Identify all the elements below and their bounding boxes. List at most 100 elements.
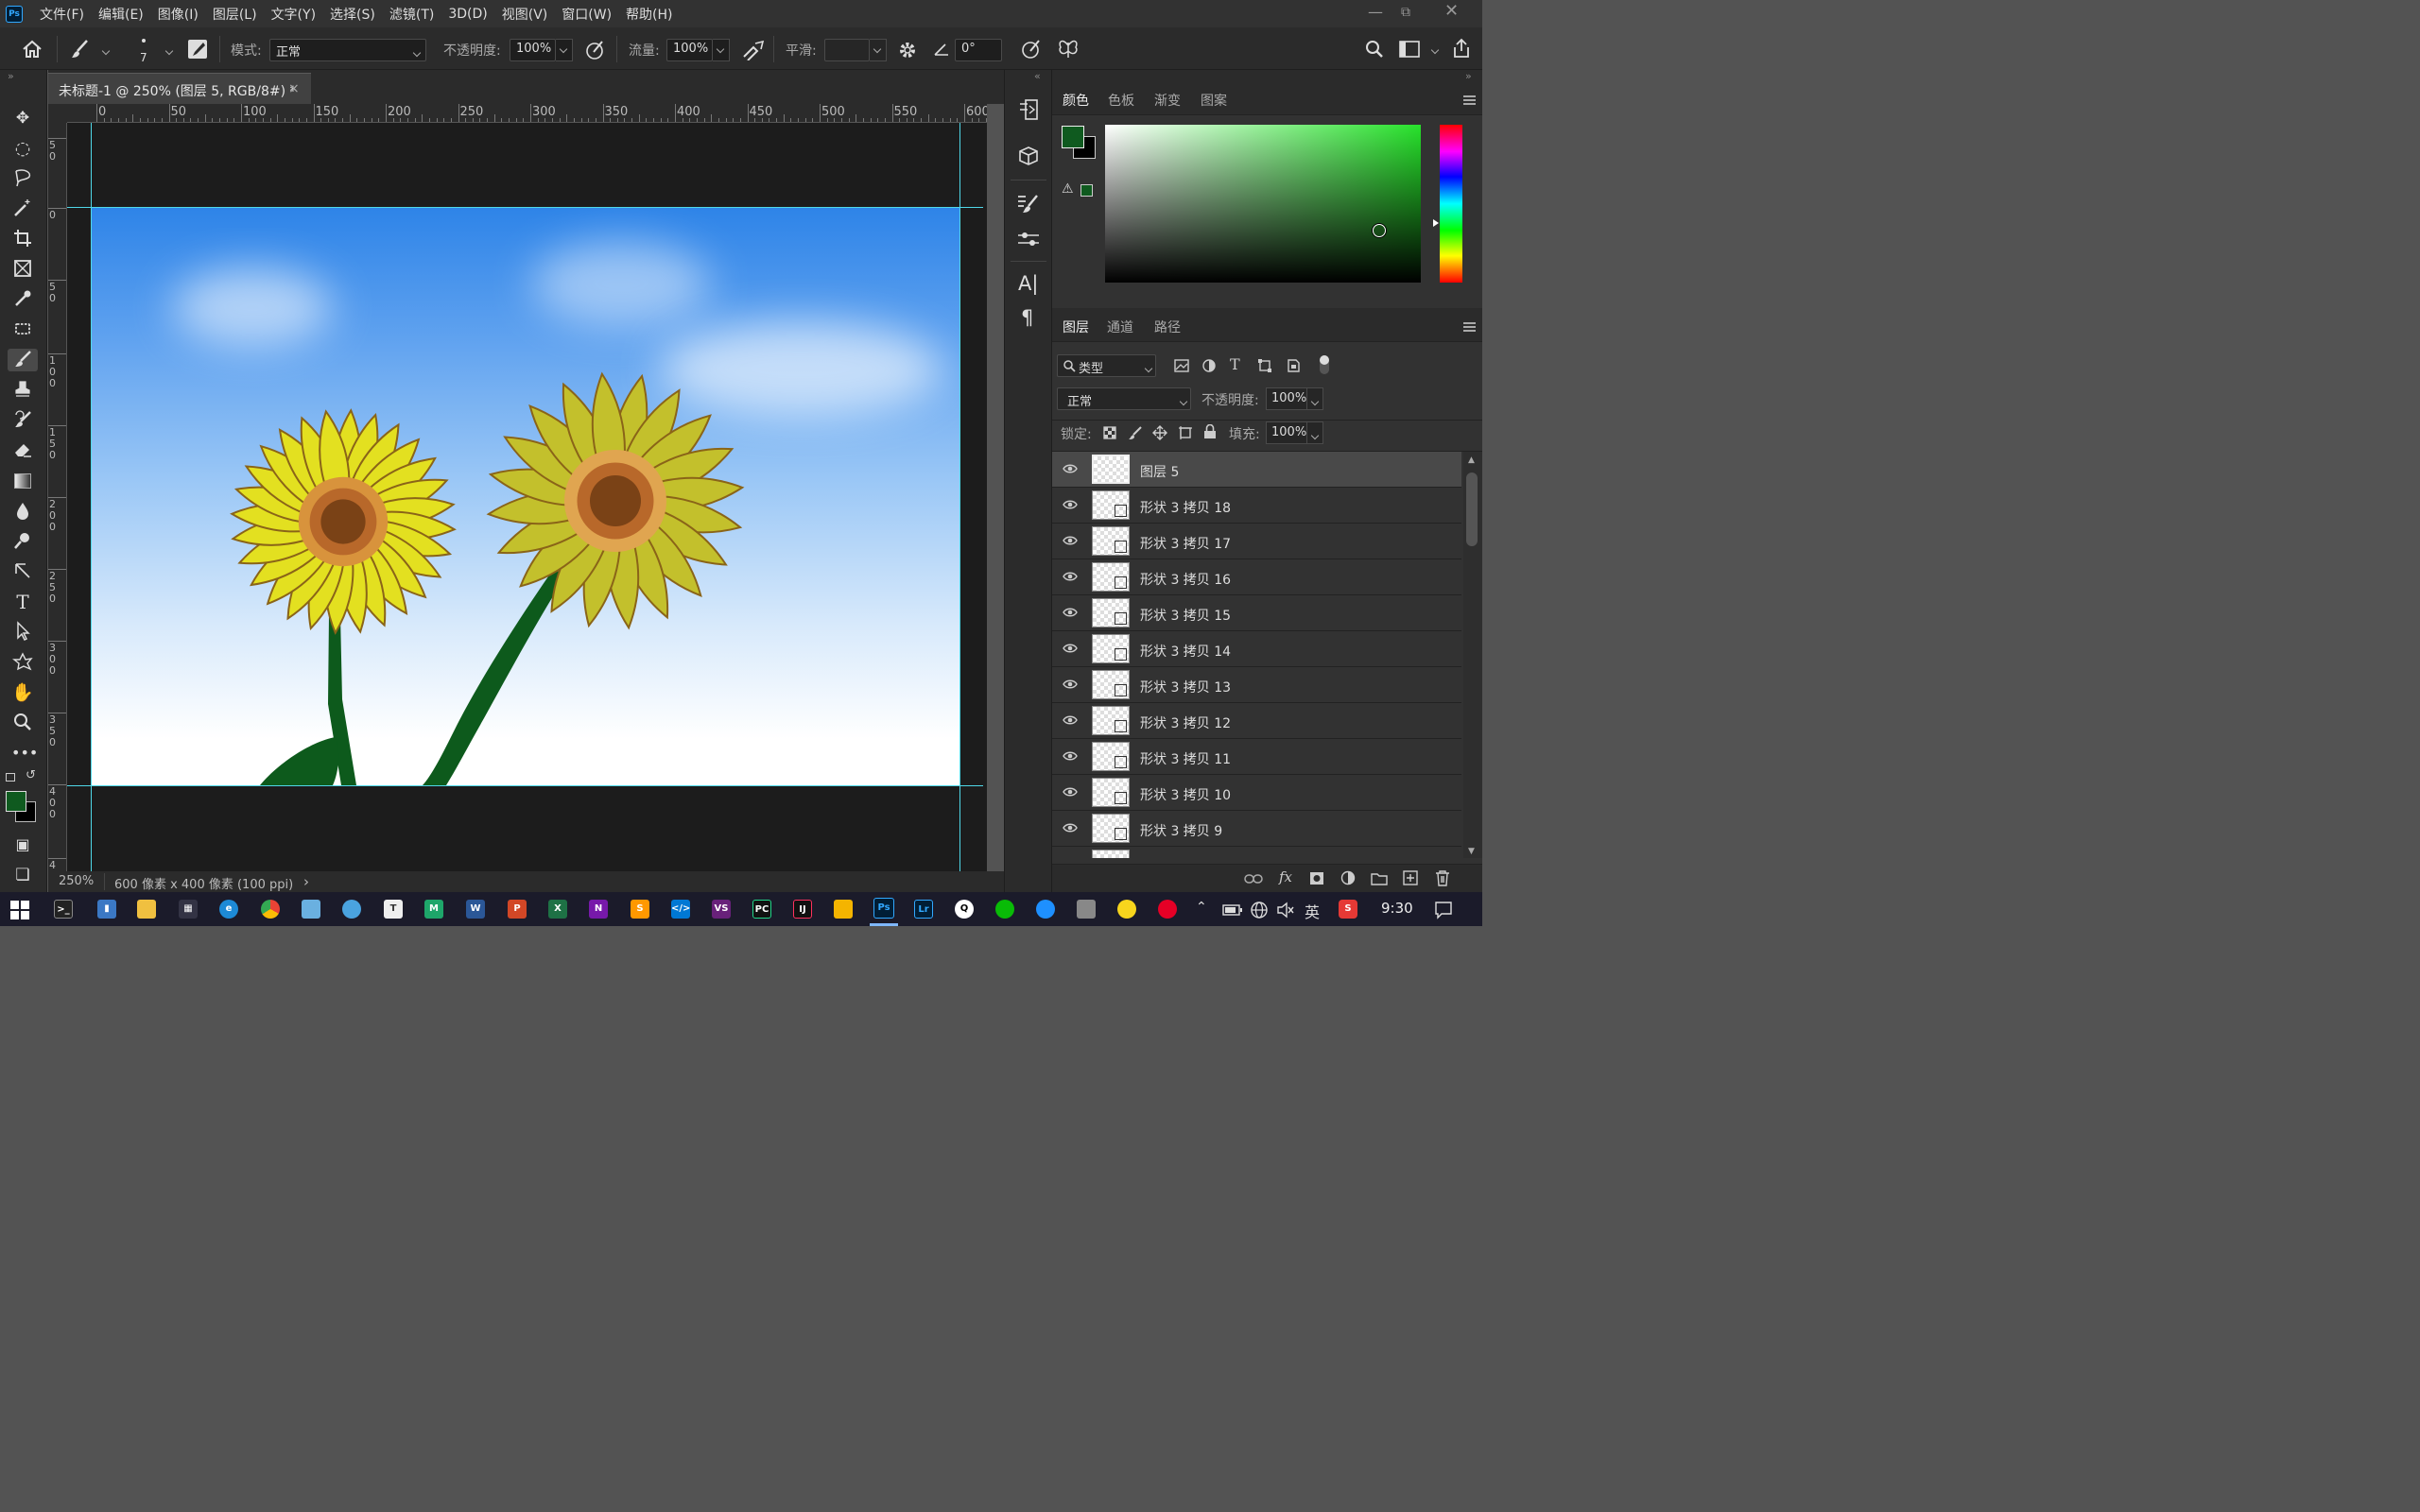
gradient-tool-icon[interactable] bbox=[11, 470, 34, 492]
mode-select[interactable]: 正常 bbox=[269, 39, 426, 61]
gear-icon[interactable] bbox=[897, 40, 918, 60]
layer-opacity-input[interactable]: 100% bbox=[1266, 387, 1307, 410]
typora-app-icon[interactable]: T bbox=[384, 900, 403, 919]
symmetry-butterfly-icon[interactable] bbox=[1057, 38, 1080, 60]
document-size[interactable]: 600 像素 x 400 像素 (100 ppi) bbox=[114, 874, 293, 892]
intellij-app-icon[interactable]: IJ bbox=[793, 900, 812, 919]
weather-app-icon[interactable] bbox=[1117, 900, 1136, 919]
fill-dropdown[interactable] bbox=[1307, 421, 1323, 444]
filter-type-layers-icon[interactable]: T bbox=[1230, 355, 1240, 373]
layer-row[interactable]: 形状 3 拷贝 15 bbox=[1052, 595, 1461, 631]
layer-row[interactable]: 形状 3 拷贝 13 bbox=[1052, 667, 1461, 703]
crop-tool-icon[interactable] bbox=[11, 228, 34, 250]
lightroom-taskbar-icon[interactable]: Lr bbox=[914, 900, 933, 919]
guide-top[interactable] bbox=[67, 207, 983, 208]
link-layers-icon[interactable] bbox=[1244, 872, 1263, 885]
history-brush-icon[interactable] bbox=[11, 409, 34, 432]
magic-wand-icon[interactable] bbox=[11, 198, 34, 220]
search-icon[interactable] bbox=[1365, 40, 1384, 59]
visibility-eye-icon[interactable] bbox=[1063, 679, 1078, 690]
powerpoint-app-icon[interactable]: P bbox=[508, 900, 527, 919]
layer-opacity-dropdown[interactable] bbox=[1307, 387, 1323, 410]
file-explorer-icon[interactable] bbox=[137, 900, 156, 919]
brush-settings-panel-icon[interactable] bbox=[187, 39, 208, 60]
layers-panel-menu-icon[interactable] bbox=[1463, 322, 1476, 332]
feishu-app-icon[interactable] bbox=[1036, 900, 1055, 919]
new-group-folder-icon[interactable] bbox=[1371, 871, 1388, 885]
color-panel-foreground-swatch[interactable] bbox=[1062, 126, 1084, 148]
mindmaster-app-icon[interactable]: M bbox=[424, 900, 443, 919]
tab-paths[interactable]: 路径 bbox=[1154, 318, 1181, 336]
pen-tool-icon[interactable] bbox=[11, 560, 34, 583]
layer-row[interactable]: 形状 3 拷贝 12 bbox=[1052, 703, 1461, 739]
angle-input[interactable]: 0° bbox=[955, 39, 1002, 61]
type-tool-icon[interactable]: T bbox=[11, 591, 34, 613]
quick-mask-icon[interactable]: ▣ bbox=[11, 833, 34, 856]
filter-toggle[interactable] bbox=[1320, 355, 1329, 374]
network-app-icon[interactable]: ▮ bbox=[97, 900, 116, 919]
dodge-tool-icon[interactable] bbox=[11, 530, 34, 553]
edge-browser-icon[interactable]: e bbox=[219, 900, 238, 919]
photoshop-taskbar-icon[interactable]: Ps bbox=[873, 898, 894, 919]
brush-preset-dropdown-icon[interactable] bbox=[98, 42, 112, 55]
menu-image[interactable]: 图像(I) bbox=[158, 5, 199, 24]
battery-icon[interactable] bbox=[1222, 904, 1243, 916]
filter-smart-objects-icon[interactable] bbox=[1286, 358, 1301, 373]
ime-indicator[interactable]: 英 bbox=[1305, 900, 1320, 922]
sogou-ime-icon[interactable]: S bbox=[1339, 900, 1357, 919]
pressure-opacity-icon[interactable] bbox=[585, 40, 606, 60]
flow-dropdown-icon[interactable] bbox=[713, 39, 730, 61]
zoom-tool-icon[interactable] bbox=[11, 712, 34, 734]
history-panel-icon[interactable] bbox=[1018, 98, 1039, 121]
tab-color[interactable]: 颜色 bbox=[1063, 91, 1089, 110]
clock-time[interactable]: 9:30 bbox=[1381, 900, 1413, 917]
menu-3d[interactable]: 3D(D) bbox=[448, 7, 487, 22]
notification-center-icon[interactable] bbox=[1434, 901, 1453, 919]
airbrush-icon[interactable] bbox=[742, 40, 765, 60]
layer-row[interactable]: 形状 3 拷贝 10 bbox=[1052, 775, 1461, 811]
pycharm-app-icon[interactable]: PC bbox=[752, 900, 771, 919]
visibility-eye-icon[interactable] bbox=[1063, 750, 1078, 762]
layer-row[interactable]: 形状 3 拷贝 14 bbox=[1052, 631, 1461, 667]
visibility-eye-icon[interactable] bbox=[1063, 714, 1078, 726]
opacity-dropdown-icon[interactable] bbox=[556, 39, 573, 61]
smoothing-input[interactable] bbox=[824, 39, 870, 61]
menu-filter[interactable]: 滤镜(T) bbox=[389, 5, 434, 24]
sublime-text-icon[interactable]: S bbox=[631, 900, 649, 919]
close-window-icon[interactable]: ✕ bbox=[1444, 1, 1459, 21]
out-of-gamut-warning-icon[interactable]: ⚠ bbox=[1062, 181, 1074, 197]
add-mask-icon[interactable] bbox=[1309, 871, 1324, 885]
layer-row[interactable]: 形状 3 拷贝 16 bbox=[1052, 559, 1461, 595]
wechat-app-icon[interactable] bbox=[995, 900, 1014, 919]
document-canvas[interactable] bbox=[92, 208, 959, 785]
fill-input[interactable]: 100% bbox=[1266, 421, 1307, 444]
menu-help[interactable]: 帮助(H) bbox=[626, 5, 672, 24]
notes-app-icon[interactable] bbox=[834, 900, 853, 919]
paragraph-panel-icon[interactable]: ¶ bbox=[1021, 306, 1033, 329]
lock-artboard-icon[interactable] bbox=[1178, 425, 1193, 440]
tab-patterns[interactable]: 图案 bbox=[1201, 91, 1227, 110]
eraser-icon[interactable] bbox=[11, 439, 34, 462]
guide-right[interactable] bbox=[959, 123, 960, 871]
color-picker-handle[interactable] bbox=[1373, 224, 1386, 237]
default-colors-icon[interactable] bbox=[6, 773, 15, 782]
menu-layer[interactable]: 图层(L) bbox=[213, 5, 257, 24]
smoothing-dropdown-icon[interactable] bbox=[870, 39, 887, 61]
swap-colors-icon[interactable]: ↺ bbox=[26, 768, 36, 782]
layer-row[interactable]: 形状 3 拷贝 11 bbox=[1052, 739, 1461, 775]
scroll-up-icon[interactable]: ▲ bbox=[1468, 455, 1475, 465]
flow-input[interactable]: 100% bbox=[666, 39, 713, 61]
guide-left[interactable] bbox=[91, 123, 92, 871]
collapse-panels-icon[interactable]: » bbox=[1465, 70, 1472, 82]
visibility-eye-icon[interactable] bbox=[1063, 463, 1078, 474]
terminal-app-icon[interactable]: >_ bbox=[54, 900, 73, 919]
hand-tool-icon[interactable]: ✋ bbox=[11, 681, 34, 704]
brush-preset-icon[interactable] bbox=[70, 39, 93, 60]
scrollbar-thumb[interactable] bbox=[1466, 472, 1478, 546]
color-picker-field[interactable] bbox=[1105, 125, 1421, 283]
color-panel-menu-icon[interactable] bbox=[1463, 95, 1476, 105]
workspace-icon[interactable] bbox=[1399, 41, 1420, 58]
frame-tool-icon[interactable] bbox=[11, 258, 34, 281]
layer-row[interactable]: 形状 3 拷贝 18 bbox=[1052, 488, 1461, 524]
menu-type[interactable]: 文字(Y) bbox=[271, 5, 316, 24]
